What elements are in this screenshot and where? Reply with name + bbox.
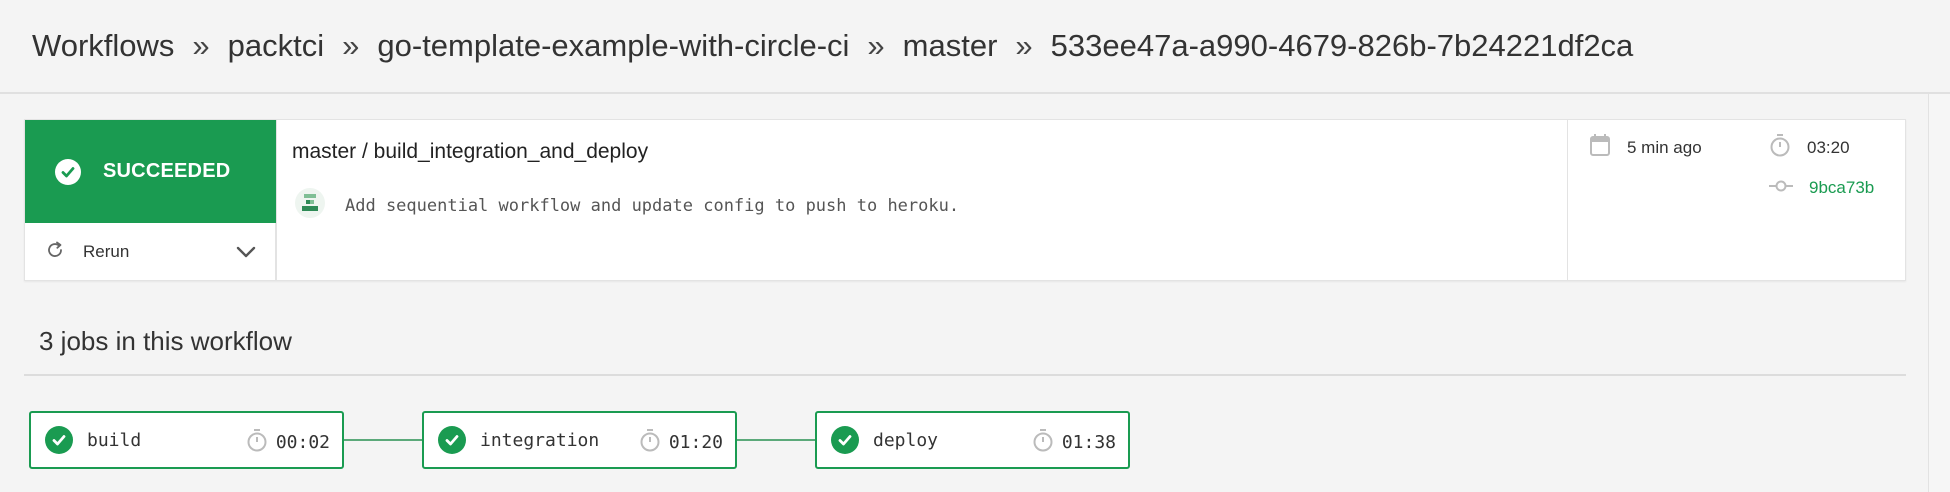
check-circle-icon <box>55 158 81 185</box>
stopwatch-icon <box>639 428 661 457</box>
workflow-duration: 03:20 <box>1769 133 1850 162</box>
git-commit-icon <box>1769 178 1793 198</box>
chevron-down-icon[interactable] <box>235 241 257 268</box>
breadcrumb-workflow-id: 533ee47a-a990-4679-826b-7b24221df2ca <box>1050 28 1634 63</box>
job-deploy[interactable]: deploy 01:38 <box>815 411 1130 469</box>
commit-message: Add sequential workflow and update confi… <box>345 195 960 216</box>
avatar <box>295 188 325 223</box>
stopwatch-icon <box>1032 428 1054 457</box>
stopwatch-icon <box>1769 133 1791 162</box>
scrollbar-track[interactable] <box>1928 94 1950 492</box>
breadcrumb-separator: » <box>1015 28 1033 63</box>
commit-sha-link[interactable]: 9bca73b <box>1809 178 1874 198</box>
job-name: deploy <box>873 429 939 451</box>
job-integration[interactable]: integration 01:20 <box>422 411 737 469</box>
commit-sha[interactable]: 9bca73b <box>1769 178 1874 198</box>
job-connector <box>343 439 423 441</box>
breadcrumb-separator: » <box>192 28 210 63</box>
calendar-icon <box>1589 133 1611 162</box>
job-build[interactable]: build 00:02 <box>29 411 344 469</box>
workflow-title[interactable]: master / build_integration_and_deploy <box>292 140 648 164</box>
jobs-divider <box>24 374 1906 376</box>
job-connector <box>736 439 816 441</box>
breadcrumb-separator: » <box>342 28 360 63</box>
duration-text: 03:20 <box>1807 137 1850 157</box>
job-name: build <box>87 429 142 451</box>
rerun-button[interactable]: Rerun <box>25 223 276 281</box>
breadcrumb-branch[interactable]: master <box>903 28 998 64</box>
status-badge[interactable]: SUCCEEDED <box>25 120 276 223</box>
job-duration: 01:20 <box>639 428 723 457</box>
check-circle-icon <box>831 426 859 454</box>
check-circle-icon <box>45 426 73 454</box>
job-duration: 01:38 <box>1032 428 1116 457</box>
rerun-label: Rerun <box>83 242 130 261</box>
job-duration-text: 01:20 <box>668 432 723 453</box>
workflow-summary-card: SUCCEEDED Rerun master / build_integrati… <box>24 119 1906 281</box>
time-ago: 5 min ago <box>1589 133 1702 162</box>
job-name: integration <box>480 429 600 451</box>
status-label: SUCCEEDED <box>103 160 231 182</box>
breadcrumb: Workflows » packtci » go-template-exampl… <box>0 0 1950 94</box>
breadcrumb-workflows[interactable]: Workflows <box>32 28 174 64</box>
time-ago-text: 5 min ago <box>1627 137 1702 157</box>
check-circle-icon <box>438 426 466 454</box>
breadcrumb-project[interactable]: go-template-example-with-circle-ci <box>377 28 849 64</box>
stopwatch-icon <box>246 428 268 457</box>
job-duration-text: 01:38 <box>1061 432 1116 453</box>
meta-divider <box>1567 120 1568 281</box>
card-divider <box>276 120 277 281</box>
jobs-heading: 3 jobs in this workflow <box>39 326 292 356</box>
job-duration-text: 00:02 <box>275 432 330 453</box>
commit-row: Add sequential workflow and update confi… <box>295 188 959 223</box>
refresh-icon <box>45 240 65 265</box>
breadcrumb-org[interactable]: packtci <box>228 28 324 64</box>
job-duration: 00:02 <box>246 428 330 457</box>
breadcrumb-separator: » <box>867 28 885 63</box>
